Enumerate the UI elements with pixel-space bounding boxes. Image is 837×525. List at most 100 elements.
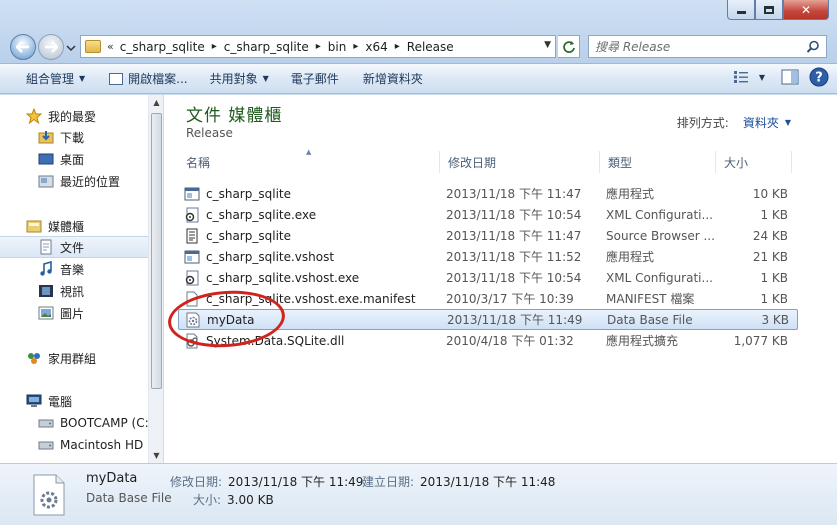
nav-libraries[interactable]: 媒體櫃 [0,215,148,237]
folder-icon [85,40,101,53]
breadcrumb-item[interactable]: c_sharp_sqlite ▸ [224,40,328,54]
email-button[interactable]: 電子郵件 [283,67,347,91]
open-file-icon [109,72,124,85]
file-date-cell: 2013/11/18 下午 11:47 [446,187,582,201]
scroll-thumb[interactable] [151,113,162,389]
library-subtitle: Release [186,126,233,140]
nav-homegroup[interactable]: 家用群組 [0,347,148,369]
file-size-cell: 1 KB [760,291,788,306]
file-name-cell: c_sharp_sqlite [178,228,440,244]
column-header-name[interactable]: 名稱 [178,151,440,173]
close-icon: ✕ [800,2,812,17]
preview-pane-icon[interactable] [781,69,799,85]
nav-desktop[interactable]: 桌面 [0,148,148,170]
title-bar: ✕ « c_sharp_sqlite ▸ c_sharp_sqlite ▸ bin ▸… [0,0,837,64]
new-folder-button[interactable]: 新增資料夾 [355,67,431,91]
column-header-date[interactable]: 修改日期 [440,151,600,173]
maximize-button[interactable] [755,0,783,20]
nav-downloads[interactable]: 下載 [0,126,148,148]
library-title: 文件 媒體櫃 [186,106,283,126]
view-options-button[interactable]: ▼ [733,70,765,84]
pictures-icon [38,305,54,321]
details-created: 建立日期: 2013/11/18 下午 11:48 [362,475,556,489]
close-button[interactable]: ✕ [783,0,829,20]
view-controls: ▼ ? [733,67,829,87]
videos-icon [38,283,54,299]
recent-pages-dropdown-icon[interactable] [66,43,76,53]
arrange-by: 排列方式: 資料夾 ▼ [677,114,791,131]
help-icon[interactable]: ? [809,67,829,87]
nav-favorites[interactable]: 我的最愛 [0,105,148,127]
file-row[interactable]: c_sharp_sqlite.vshost 2013/11/18 下午 11:52… [178,246,798,267]
arrange-by-dropdown[interactable]: 資料夾 [743,114,779,131]
nav-drive-macintosh[interactable]: Macintosh HD (I [0,434,148,456]
search-box[interactable] [588,35,827,58]
file-name-cell: c_sharp_sqlite [178,186,440,202]
column-header-size[interactable]: 大小 [716,151,792,173]
search-input[interactable] [595,39,795,54]
organize-button[interactable]: 組合管理 ▼ [18,67,93,91]
breadcrumb-separator-icon[interactable]: ▸ [212,41,217,52]
file-date-cell: 2013/11/18 下午 11:52 [446,250,582,264]
forward-arrow-icon [45,41,58,53]
file-size-cell: 1 KB [760,207,788,222]
file-date-cell: 2010/3/17 下午 10:39 [446,292,574,306]
file-date-cell: 2013/11/18 下午 11:47 [446,229,582,243]
nav-music[interactable]: 音樂 [0,258,148,280]
file-size-cell: 21 KB [752,249,788,264]
file-type-cell: XML Configurati... [606,207,713,222]
file-name-cell: c_sharp_sqlite.vshost.exe.manifest [178,291,440,307]
breadcrumb-separator-icon[interactable]: ▸ [353,41,358,52]
file-row[interactable]: c_sharp_sqlite.exe 2013/11/18 下午 10:54 XML… [178,204,798,225]
scroll-up-icon[interactable]: ▲ [149,95,164,110]
file-size-cell: 1 KB [760,270,788,285]
address-overflow[interactable]: « [107,40,114,53]
config-icon [184,207,200,223]
open-file-button[interactable]: 開啟檔案... [101,67,195,91]
command-bar: 組合管理 ▼ 開啟檔案... 共用對象 ▼ 電子郵件 新增資料夾 ▼ ? [0,64,837,94]
chevron-down-icon: ▼ [79,74,86,83]
maximize-icon [764,5,774,14]
chevron-down-icon[interactable]: ▼ [785,118,791,127]
file-name-cell: c_sharp_sqlite.vshost [178,249,440,265]
nav-documents[interactable]: 文件 [0,236,148,258]
breadcrumb-separator-icon[interactable]: ▸ [316,41,321,52]
nav-videos[interactable]: 視訊 [0,280,148,302]
breadcrumb-item[interactable]: Release [407,40,454,54]
navigation-scrollbar[interactable]: ▲ ▼ [148,95,163,463]
file-row[interactable]: c_sharp_sqlite 2013/11/18 下午 11:47 Source … [178,225,798,246]
file-type-cell: 應用程式 [606,187,655,201]
minimize-icon [736,11,746,14]
back-button[interactable] [10,34,36,60]
file-size-cell: 1,077 KB [733,333,788,348]
details-file-type: Data Base File [86,491,172,505]
file-row[interactable]: c_sharp_sqlite.vshost.exe 2013/11/18 下午 1… [178,267,798,288]
file-row[interactable]: c_sharp_sqlite 2013/11/18 下午 11:47 應用程式 10 … [178,183,798,204]
nav-recent-places[interactable]: 最近的位置 [0,170,148,192]
address-bar[interactable]: « c_sharp_sqlite ▸ c_sharp_sqlite ▸ bin ▸ x… [80,35,556,58]
breadcrumb-item[interactable]: x64 ▸ [365,40,406,54]
file-row[interactable]: c_sharp_sqlite.vshost.exe.manifest 2010/3… [178,288,798,309]
file-row[interactable]: System.Data.SQLite.dll 2010/4/18 下午 01:32… [178,330,798,351]
breadcrumb-item[interactable]: c_sharp_sqlite ▸ [120,40,224,54]
breadcrumb-separator-icon[interactable]: ▸ [395,41,400,52]
nav-computer[interactable]: 電腦 [0,390,148,412]
nav-drive-bootcamp[interactable]: BOOTCAMP (C:) [0,412,148,434]
scroll-down-icon[interactable]: ▼ [149,448,164,463]
search-icon[interactable] [806,40,820,54]
column-header-type[interactable]: 類型 [600,151,716,173]
chevron-down-icon: ▼ [262,74,269,83]
nav-pictures[interactable]: 圖片 [0,302,148,324]
file-row[interactable]: myData 2013/11/18 下午 11:49 Data Base File 3… [178,309,798,330]
share-button[interactable]: 共用對象 ▼ [202,67,277,91]
column-headers: ▲ 名稱 修改日期 類型 大小 [178,148,798,173]
refresh-button[interactable] [558,35,580,58]
breadcrumb-item[interactable]: bin ▸ [328,40,366,54]
address-dropdown-icon[interactable]: ▼ [544,40,551,50]
forward-button[interactable] [38,34,64,60]
navigation-tree: 我的最愛 下載 桌面 最近的位置 媒體櫃 文件 音樂 視訊 圖片 家用群組 電腦… [0,95,148,463]
file-name-cell: c_sharp_sqlite.vshost.exe [178,270,440,286]
database-file-icon [185,312,201,328]
minimize-button[interactable] [727,0,755,20]
hard-drive-icon [38,415,54,431]
